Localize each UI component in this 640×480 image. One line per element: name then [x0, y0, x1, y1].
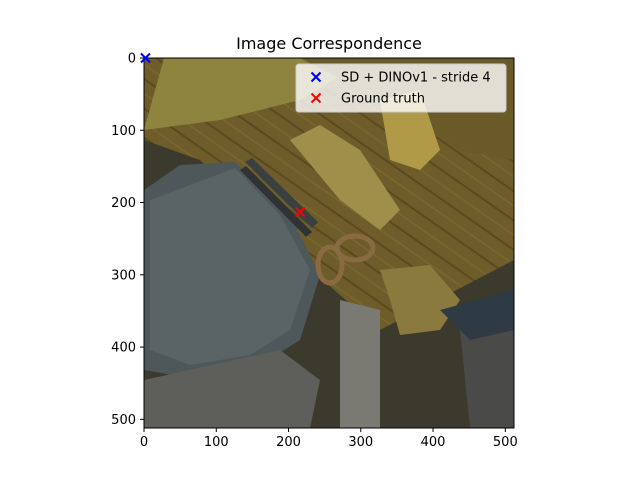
x-axis: 0 100 200 300 400 500: [140, 428, 518, 450]
y-axis: 0 100 200 300 400 500: [111, 52, 144, 428]
y-tick-label: 100: [111, 124, 136, 139]
chart-title: Image Correspondence: [236, 34, 422, 53]
legend: SD + DINOv1 - stride 4 Ground truth: [295, 63, 507, 113]
y-tick-label: 200: [111, 196, 136, 211]
y-tick-label: 500: [111, 413, 136, 428]
y-tick-label: 300: [111, 268, 136, 283]
x-tick-label: 400: [421, 435, 446, 450]
figure: Image Correspondence 0 100 200 300 400 500 0 1…: [111, 34, 518, 450]
y-tick-label: 0: [128, 52, 136, 67]
x-tick-label: 300: [348, 435, 373, 450]
legend-label: SD + DINOv1 - stride 4: [341, 71, 491, 86]
background-image: [144, 58, 514, 428]
y-tick-label: 400: [111, 341, 136, 356]
legend-label: Ground truth: [341, 92, 425, 107]
x-tick-label: 500: [493, 435, 518, 450]
x-tick-label: 100: [204, 435, 229, 450]
x-tick-label: 200: [276, 435, 301, 450]
x-tick-label: 0: [140, 435, 148, 450]
